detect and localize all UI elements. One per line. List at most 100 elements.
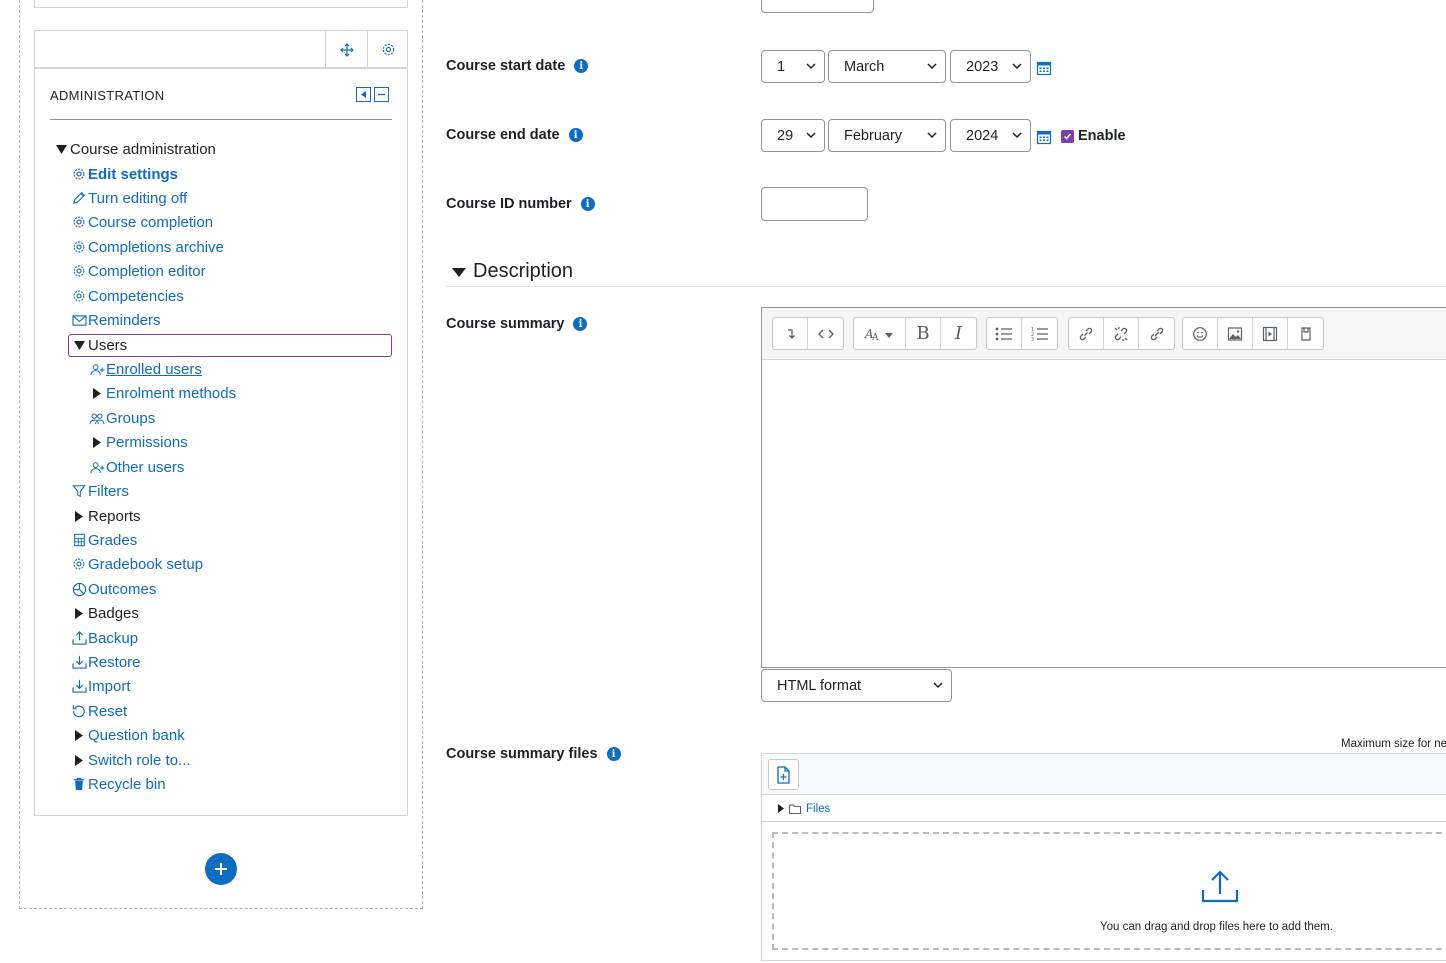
sidebar-item-enrolment-methods[interactable]: Enrolment methods xyxy=(88,382,236,404)
sidebar-item-reports[interactable]: Reports xyxy=(70,505,141,527)
id-number-label: Course ID number i xyxy=(446,196,595,212)
sidebar-item-badges[interactable]: Badges xyxy=(70,602,139,624)
ordered-list-icon[interactable]: 123 xyxy=(1022,318,1057,349)
sidebar-item-label: Course completion xyxy=(88,213,214,231)
caret-down-icon xyxy=(70,336,88,354)
info-icon[interactable]: i xyxy=(606,747,621,761)
show-more-buttons-icon[interactable] xyxy=(773,318,808,349)
add-file-icon xyxy=(776,765,790,784)
sidebar-item-outcomes[interactable]: Outcomes xyxy=(70,578,156,600)
user-plus-icon xyxy=(88,458,106,476)
paragraph-styles-icon[interactable]: AA xyxy=(854,318,906,349)
files-folder-link[interactable]: Files xyxy=(806,803,830,815)
add-block-button[interactable] xyxy=(205,853,237,885)
text-format-value: HTML format xyxy=(777,677,862,694)
enable-label: Enable xyxy=(1078,128,1126,144)
sidebar-item-other-users[interactable]: Other users xyxy=(88,456,184,478)
recordrtc-icon[interactable] xyxy=(1288,318,1323,349)
html-source-icon[interactable] xyxy=(808,318,843,349)
info-icon[interactable]: i xyxy=(573,317,588,331)
plus-icon xyxy=(215,863,227,875)
info-icon[interactable]: i xyxy=(568,128,583,142)
end-date-enable[interactable]: Enable xyxy=(1061,128,1126,144)
sidebar-item-restore[interactable]: Restore xyxy=(70,651,141,673)
sidebar-item-course-administration[interactable]: Course administration xyxy=(52,138,216,160)
sidebar-item-backup[interactable]: Backup xyxy=(70,627,138,649)
info-icon[interactable]: i xyxy=(574,59,589,73)
sidebar-item-enrolled-users[interactable]: Enrolled users xyxy=(88,358,202,380)
refresh-icon xyxy=(70,702,88,720)
chevron-down-icon xyxy=(933,682,943,689)
start-month-value: March xyxy=(844,58,885,75)
start-month-select[interactable]: March xyxy=(828,50,946,83)
sidebar-item-filters[interactable]: Filters xyxy=(70,480,129,502)
end-day-select[interactable]: 29 xyxy=(761,119,825,152)
download-icon xyxy=(70,677,88,695)
media-icon[interactable] xyxy=(1253,318,1288,349)
sidebar-item-reminders[interactable]: Reminders xyxy=(70,309,161,331)
id-number-label-text: Course ID number xyxy=(446,196,572,212)
sidebar-item-grades[interactable]: Grades xyxy=(70,529,137,551)
collapse-block-icon[interactable] xyxy=(374,87,389,102)
sidebar-item-label: Reports xyxy=(88,507,141,525)
max-size-text: Maximum size for ne xyxy=(1341,738,1446,750)
description-section-header[interactable]: Description xyxy=(451,260,573,283)
chevron-down-icon xyxy=(1012,63,1022,70)
gear-icon[interactable] xyxy=(367,31,409,68)
sidebar-item-label: Grades xyxy=(88,531,138,549)
sidebar-item-switch-role-to[interactable]: Switch role to... xyxy=(70,749,191,771)
sidebar-item-question-bank[interactable]: Question bank xyxy=(70,724,185,746)
start-day-select[interactable]: 1 xyxy=(761,50,825,83)
unlink-icon[interactable] xyxy=(1104,318,1139,349)
text-format-select[interactable]: HTML format xyxy=(761,669,952,702)
emoticon-icon[interactable] xyxy=(1183,318,1218,349)
sidebar-item-label: Reset xyxy=(88,702,128,720)
sidebar-item-competencies[interactable]: Competencies xyxy=(70,285,184,307)
sidebar-item-label: Import xyxy=(88,677,131,695)
bold-icon[interactable]: B xyxy=(906,318,941,349)
id-number-input[interactable] xyxy=(761,187,868,221)
add-file-button[interactable] xyxy=(768,759,799,790)
check-icon xyxy=(1063,133,1072,140)
file-drop-zone[interactable]: You can drag and drop files here to add … xyxy=(772,832,1446,950)
enable-checkbox[interactable] xyxy=(1061,129,1074,143)
start-year-select[interactable]: 2023 xyxy=(950,50,1031,83)
sidebar-item-users[interactable]: Users xyxy=(70,334,127,356)
end-year-select[interactable]: 2024 xyxy=(950,119,1031,152)
gear-icon xyxy=(70,238,88,256)
section-divider xyxy=(446,286,1446,287)
sidebar-item-course-completion[interactable]: Course completion xyxy=(70,211,213,233)
caret-right-icon xyxy=(88,384,106,402)
toolbar-group-1 xyxy=(772,317,844,350)
pencil-icon xyxy=(70,189,88,207)
sidebar-item-reset[interactable]: Reset xyxy=(70,700,127,722)
sidebar-item-label: Competencies xyxy=(88,287,184,305)
sidebar-item-groups[interactable]: Groups xyxy=(88,407,155,429)
text-editor[interactable]: AA B I 123 xyxy=(761,307,1446,668)
unordered-list-icon[interactable] xyxy=(987,318,1022,349)
sidebar-item-completion-editor[interactable]: Completion editor xyxy=(70,260,206,282)
toolbar-group-5 xyxy=(1182,317,1324,350)
sidebar-item-edit-settings[interactable]: Edit settings xyxy=(70,163,178,185)
manage-files-icon[interactable] xyxy=(1139,318,1174,349)
sidebar-item-recycle-bin[interactable]: Recycle bin xyxy=(70,773,166,795)
sidebar-item-permissions[interactable]: Permissions xyxy=(88,431,188,453)
block-title: ADMINISTRATION xyxy=(50,88,165,103)
sidebar-item-gradebook-setup[interactable]: Gradebook setup xyxy=(70,553,203,575)
calendar-icon[interactable] xyxy=(1036,60,1052,76)
link-icon[interactable] xyxy=(1069,318,1104,349)
toolbar-group-2: AA B I xyxy=(853,317,977,350)
info-icon[interactable]: i xyxy=(580,197,595,211)
end-month-select[interactable]: February xyxy=(828,119,946,152)
image-icon[interactable] xyxy=(1218,318,1253,349)
sidebar-item-completions-archive[interactable]: Completions archive xyxy=(70,236,224,258)
move-icon[interactable] xyxy=(325,31,367,68)
dock-icon[interactable] xyxy=(356,87,371,102)
sidebar-item-import[interactable]: Import xyxy=(70,675,131,697)
calendar-icon[interactable] xyxy=(1036,129,1052,145)
italic-icon[interactable]: I xyxy=(941,318,976,349)
toolbar-group-4 xyxy=(1068,317,1175,350)
sidebar-item-turn-editing-off[interactable]: Turn editing off xyxy=(70,187,187,209)
course-type-select-partial[interactable] xyxy=(761,0,874,13)
gear-icon xyxy=(70,262,88,280)
